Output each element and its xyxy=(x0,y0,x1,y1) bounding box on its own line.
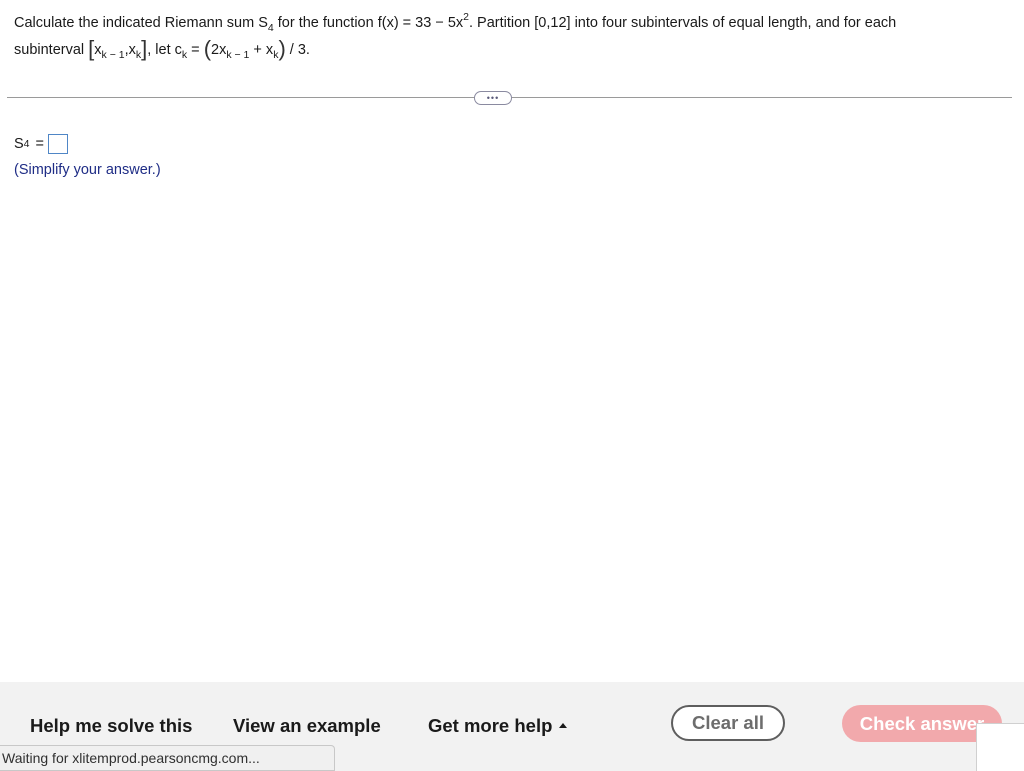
question-part2: for the function f(x) = 33 − 5x xyxy=(273,15,464,31)
ellipsis-icon: ••• xyxy=(486,92,500,103)
paren-open: ( xyxy=(203,36,212,61)
more-options-button[interactable]: ••• xyxy=(474,91,512,105)
caret-up-icon xyxy=(559,723,568,728)
question-line-1: Calculate the indicated Riemann sum S4 f… xyxy=(14,10,1004,36)
answer-row: S4 = xyxy=(14,134,68,154)
answer-hint: (Simplify your answer.) xyxy=(14,162,161,178)
x-var-1-subscript: k − 1 xyxy=(101,49,125,61)
question-part1: Calculate the indicated Riemann sum S xyxy=(14,15,268,31)
x-var-1: x xyxy=(94,42,102,58)
overlay-panel xyxy=(976,723,1024,771)
answer-label: S xyxy=(14,136,24,152)
question-text: Calculate the indicated Riemann sum S4 f… xyxy=(14,10,1004,63)
answer-equals: = xyxy=(35,136,44,152)
question-line-2: subinterval [xk − 1,xk], let ck = (2xk −… xyxy=(14,36,1004,63)
browser-status-bar: Waiting for xlitemprod.pearsoncmg.com... xyxy=(0,745,335,771)
subinterval-text: subinterval xyxy=(14,42,89,58)
divide-text: / 3. xyxy=(285,42,310,58)
paren-close: ) xyxy=(278,36,286,61)
x-var-2: x xyxy=(128,42,136,58)
two-x-subscript: k − 1 xyxy=(226,49,250,61)
two-x: 2x xyxy=(211,42,227,58)
help-me-solve-button[interactable]: Help me solve this xyxy=(30,715,192,737)
get-more-help-button[interactable]: Get more help xyxy=(428,715,568,737)
question-part3: . Partition [0,12] into four subinterval… xyxy=(468,15,897,31)
clear-all-button[interactable]: Clear all xyxy=(671,705,785,741)
view-example-button[interactable]: View an example xyxy=(233,715,381,737)
let-text: , let c xyxy=(147,42,182,58)
equals-sign: = xyxy=(187,42,204,58)
plus-x: + x xyxy=(249,42,274,58)
get-more-help-label: Get more help xyxy=(428,715,553,736)
answer-input[interactable] xyxy=(47,134,68,154)
